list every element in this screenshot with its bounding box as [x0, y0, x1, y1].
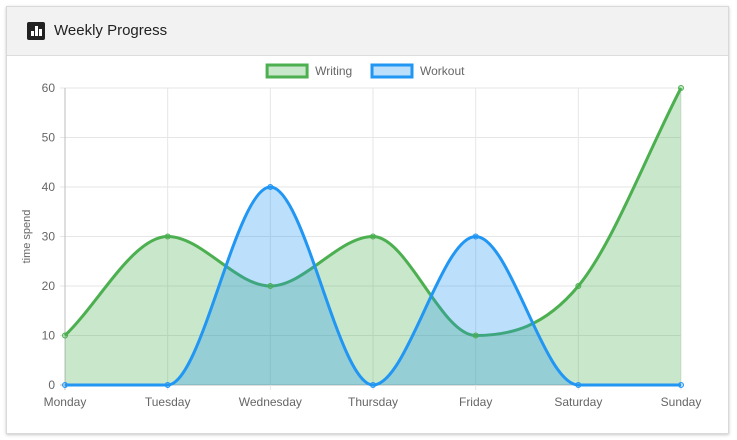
legend-label-writing: Writing: [315, 64, 352, 78]
data-point-workout: [370, 382, 376, 388]
data-point-writing: [678, 85, 684, 91]
y-tick-label: 30: [42, 230, 56, 244]
data-point-workout: [472, 233, 479, 240]
data-point-writing: [575, 283, 582, 289]
x-tick-label: Friday: [459, 395, 492, 409]
data-point-workout: [575, 382, 582, 388]
x-tick-label: Monday: [44, 395, 87, 409]
data-point-writing: [370, 233, 376, 240]
x-tick-label: Sunday: [661, 395, 702, 409]
y-tick-label: 40: [42, 180, 56, 194]
y-tick-label: 20: [42, 279, 56, 293]
y-tick-label: 60: [42, 81, 56, 95]
x-tick-label: Wednesday: [239, 395, 302, 409]
y-tick-label: 10: [42, 329, 56, 343]
x-tick-label: Tuesday: [145, 395, 191, 409]
data-point-workout: [678, 382, 684, 388]
data-point-writing: [164, 233, 171, 240]
data-point-writing: [62, 332, 68, 339]
legend-swatch-workout: [370, 63, 414, 79]
data-point-workout: [164, 382, 171, 388]
y-tick-label: 50: [42, 131, 56, 145]
x-tick-label: Thursday: [348, 395, 398, 409]
data-point-workout: [62, 382, 68, 388]
y-tick-label: 0: [48, 378, 55, 392]
legend-label-workout: Workout: [420, 64, 465, 78]
data-point-writing: [267, 283, 274, 289]
line-chart: 0 10 20 30 40 50 60 Monday Tuesday Wednesday Thurs…: [21, 63, 702, 409]
legend-swatch-writing: [265, 63, 309, 79]
x-tick-label: Saturday: [554, 395, 602, 409]
data-point-writing: [472, 332, 479, 339]
y-axis-title: time spend: [21, 210, 33, 264]
data-point-workout: [267, 184, 274, 190]
